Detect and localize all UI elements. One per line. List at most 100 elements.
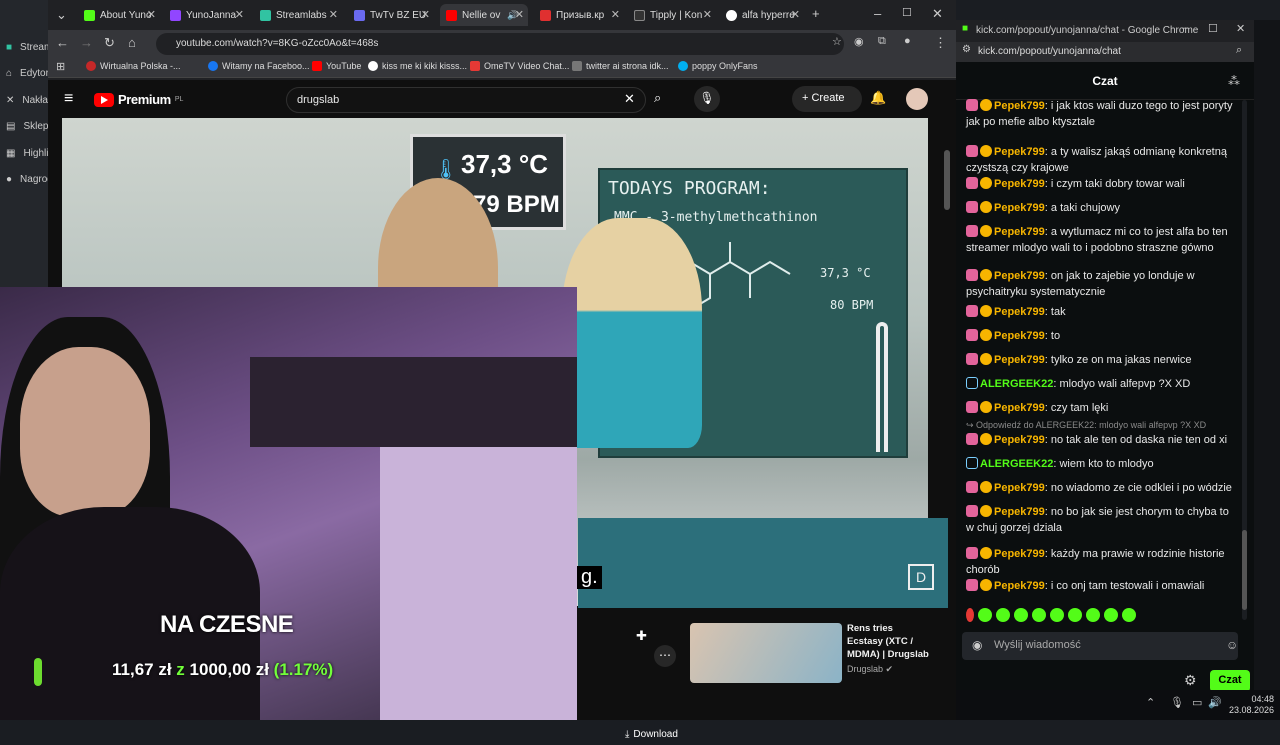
reload-icon[interactable]: ↻ — [104, 35, 115, 51]
address-bar[interactable]: kick.com/popout/yunojanna/chat — [956, 42, 1254, 62]
emoji-icon[interactable]: ☺ — [1226, 638, 1238, 652]
close-tab-icon[interactable]: ✕ — [703, 8, 712, 21]
chat-username[interactable]: ALERGEEK22 — [980, 458, 1053, 470]
sidebar-item[interactable]: ▦Highlights — [6, 148, 50, 159]
back-arrow-icon[interactable]: ← — [56, 35, 69, 50]
tab-list-chevron-icon[interactable]: ⌄ — [56, 7, 67, 23]
tab[interactable]: YunoJanna ✕ — [164, 4, 248, 26]
volume-icon[interactable]: 🔊 — [1208, 696, 1222, 709]
send-chat-button[interactable]: Czat — [1210, 670, 1250, 692]
close-tab-icon[interactable]: ✕ — [421, 8, 430, 21]
chat-username[interactable]: Pepek799 — [994, 482, 1045, 494]
chat-settings-icon[interactable]: ◉ — [972, 638, 982, 652]
more-actions-icon[interactable]: ⋯ — [654, 645, 676, 667]
chat-username[interactable]: ALERGEEK22 — [980, 378, 1053, 390]
close-window-icon[interactable]: ✕ — [932, 6, 943, 22]
chat-message: Pepek799: on jak to zajebie yo londuje w… — [966, 268, 1238, 300]
chat-username[interactable]: Pepek799 — [994, 434, 1045, 446]
page-scrollbar[interactable] — [944, 150, 950, 210]
recommended-title[interactable]: Rens tries Ecstasy (XTC / MDMA) | Drugsl… — [847, 622, 931, 661]
settings-gear-icon[interactable]: ⚙ — [1184, 672, 1197, 689]
search-icon[interactable]: ⌕ — [654, 90, 661, 106]
extensions-puzzle-icon[interactable]: ⧉ — [878, 35, 886, 48]
chat-username[interactable]: Pepek799 — [994, 330, 1045, 342]
profile-avatar-icon[interactable]: ● — [904, 35, 911, 47]
clear-search-icon[interactable]: ✕ — [624, 91, 635, 107]
bookmark-star-icon[interactable]: ☆ — [832, 35, 842, 48]
download-label: Download — [633, 728, 678, 740]
sidebar-item[interactable]: ●Nagrody — [6, 174, 50, 185]
chat-username[interactable]: Pepek799 — [994, 178, 1045, 190]
tab[interactable]: About Yuno ✕ — [78, 4, 160, 26]
address-bar[interactable]: youtube.com/watch?v=8KG-oZcc0Ao&t=468s — [156, 33, 844, 55]
chat-username[interactable]: Pepek799 — [994, 354, 1045, 366]
close-tab-icon[interactable]: ✕ — [235, 8, 244, 21]
emote-bar[interactable] — [966, 608, 1136, 624]
tab[interactable]: TwTv BZ EU ✕ — [348, 4, 434, 26]
chat-username[interactable]: Pepek799 — [994, 226, 1045, 238]
close-tab-icon[interactable]: ✕ — [147, 8, 156, 21]
search-input[interactable]: drugslab — [286, 87, 646, 113]
zoom-icon[interactable]: ⌕ — [1236, 44, 1242, 57]
apps-grid-icon[interactable]: ⊞ — [56, 60, 65, 73]
tab[interactable]: Tipply | Kon ✕ — [628, 4, 716, 26]
chat-username[interactable]: Pepek799 — [994, 580, 1045, 592]
network-icon[interactable]: ▭ — [1192, 696, 1202, 709]
sidebar-item[interactable]: ■Streamlabs — [6, 42, 50, 53]
tab[interactable]: alfa hyperre ✕ — [720, 4, 804, 26]
sidebar-item[interactable]: ✕Nakładki — [6, 95, 50, 106]
chat-username[interactable]: Pepek799 — [994, 100, 1045, 112]
users-list-icon[interactable]: ⁂ — [1228, 74, 1240, 88]
minimize-icon[interactable]: – — [1182, 22, 1188, 34]
gifter-badge-icon — [980, 401, 992, 413]
forward-arrow-icon[interactable]: → — [80, 35, 93, 50]
bookmark[interactable]: kiss me ki kiki kisss... — [368, 61, 467, 71]
close-window-icon[interactable]: ✕ — [1236, 22, 1245, 35]
close-tab-icon[interactable]: ✕ — [791, 8, 800, 21]
notifications-bell-icon[interactable]: 🔔 — [870, 90, 886, 106]
site-info-icon[interactable]: ⚙ — [962, 44, 971, 55]
tab-active[interactable]: Nellie ov 🔊 ✕ — [440, 4, 528, 26]
bookmark[interactable]: YouTube — [312, 61, 361, 71]
extension-icon[interactable]: ◉ — [854, 35, 864, 48]
new-tab-plus-icon[interactable]: + — [812, 6, 820, 21]
tab[interactable]: Призыв.кр ✕ — [534, 4, 624, 26]
bookmark[interactable]: OmeTV Video Chat... — [470, 61, 569, 71]
voice-search-mic-icon[interactable]: 🎙 — [694, 86, 720, 112]
clock[interactable]: 04:48 23.08.2026 — [1229, 694, 1274, 716]
chat-username[interactable]: Pepek799 — [994, 202, 1045, 214]
maximize-icon[interactable]: ☐ — [902, 6, 912, 19]
bookmark[interactable]: Witamy na Faceboo... — [208, 61, 310, 71]
tray-chevron-icon[interactable]: ⌃ — [1146, 696, 1155, 709]
sidebar-item[interactable]: ▤ Sklep — [6, 121, 50, 132]
chat-username[interactable]: Pepek799 — [994, 270, 1045, 282]
mic-icon[interactable]: 🎙 — [1170, 696, 1184, 709]
account-avatar[interactable] — [906, 88, 928, 110]
create-button[interactable]: + Create — [792, 86, 862, 112]
chat-input[interactable]: Wyślij wiadomość — [962, 632, 1238, 660]
close-tab-icon[interactable]: ✕ — [611, 8, 620, 21]
hamburger-menu-icon[interactable]: ≡ — [64, 90, 73, 108]
youtube-logo[interactable]: Premium PL — [94, 92, 183, 107]
minimize-icon[interactable]: – — [874, 6, 881, 21]
recommended-channel[interactable]: Drugslab ✔ — [847, 664, 893, 675]
bookmark[interactable]: twitter ai strona idk... — [572, 61, 669, 71]
chat-scrollbar-track[interactable] — [1242, 100, 1247, 620]
recommended-thumbnail[interactable] — [690, 623, 842, 683]
close-tab-icon[interactable]: ✕ — [515, 8, 524, 21]
menu-kebab-icon[interactable]: ⋮ — [934, 35, 947, 51]
bookmark[interactable]: Wirtualna Polska -... — [86, 61, 181, 71]
download-button[interactable]: ⤓ Download — [625, 723, 693, 745]
chat-username[interactable]: Pepek799 — [994, 146, 1045, 158]
close-tab-icon[interactable]: ✕ — [329, 8, 338, 21]
chat-username[interactable]: Pepek799 — [994, 548, 1045, 560]
home-icon[interactable]: ⌂ — [128, 35, 136, 50]
chat-username[interactable]: Pepek799 — [994, 506, 1045, 518]
chat-username[interactable]: Pepek799 — [994, 402, 1045, 414]
chat-username[interactable]: Pepek799 — [994, 306, 1045, 318]
tab[interactable]: Streamlabs ✕ — [254, 4, 342, 26]
sidebar-item[interactable]: ⌂ Edytor — [6, 68, 50, 79]
maximize-icon[interactable]: ☐ — [1208, 22, 1218, 35]
brand-region: PL — [174, 96, 184, 103]
bookmark[interactable]: poppy OnlyFans — [678, 61, 758, 71]
